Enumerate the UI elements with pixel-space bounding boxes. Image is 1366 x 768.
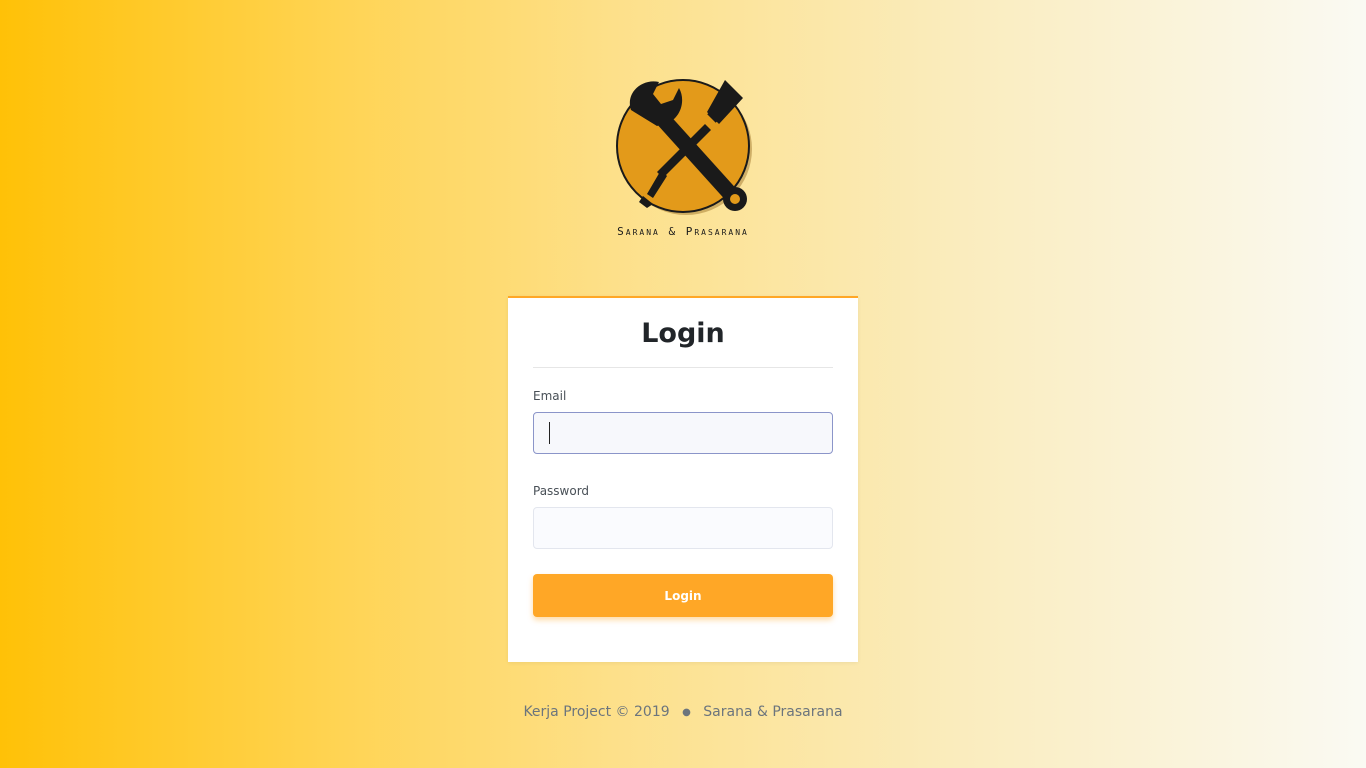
logo-caption: Sarana & Prasarana <box>617 225 749 238</box>
password-label: Password <box>533 484 590 498</box>
login-card: Login Email Password Login <box>508 296 858 662</box>
email-label: Email <box>533 389 567 403</box>
footer-separator: ● <box>682 706 691 718</box>
login-title: Login <box>641 318 725 349</box>
email-field[interactable] <box>533 412 833 454</box>
text-cursor <box>549 422 550 444</box>
login-button[interactable]: Login <box>533 574 833 617</box>
password-field[interactable] <box>533 507 833 549</box>
footer: Kerja Project © 2019 ● Sarana & Prasaran… <box>0 704 1366 720</box>
divider <box>533 367 833 368</box>
wrench-screwdriver-icon <box>616 79 752 215</box>
footer-copyright: Kerja Project © 2019 <box>523 704 670 720</box>
logo: Sarana & Prasarana <box>583 72 783 238</box>
footer-app-name: Sarana & Prasarana <box>703 704 843 720</box>
